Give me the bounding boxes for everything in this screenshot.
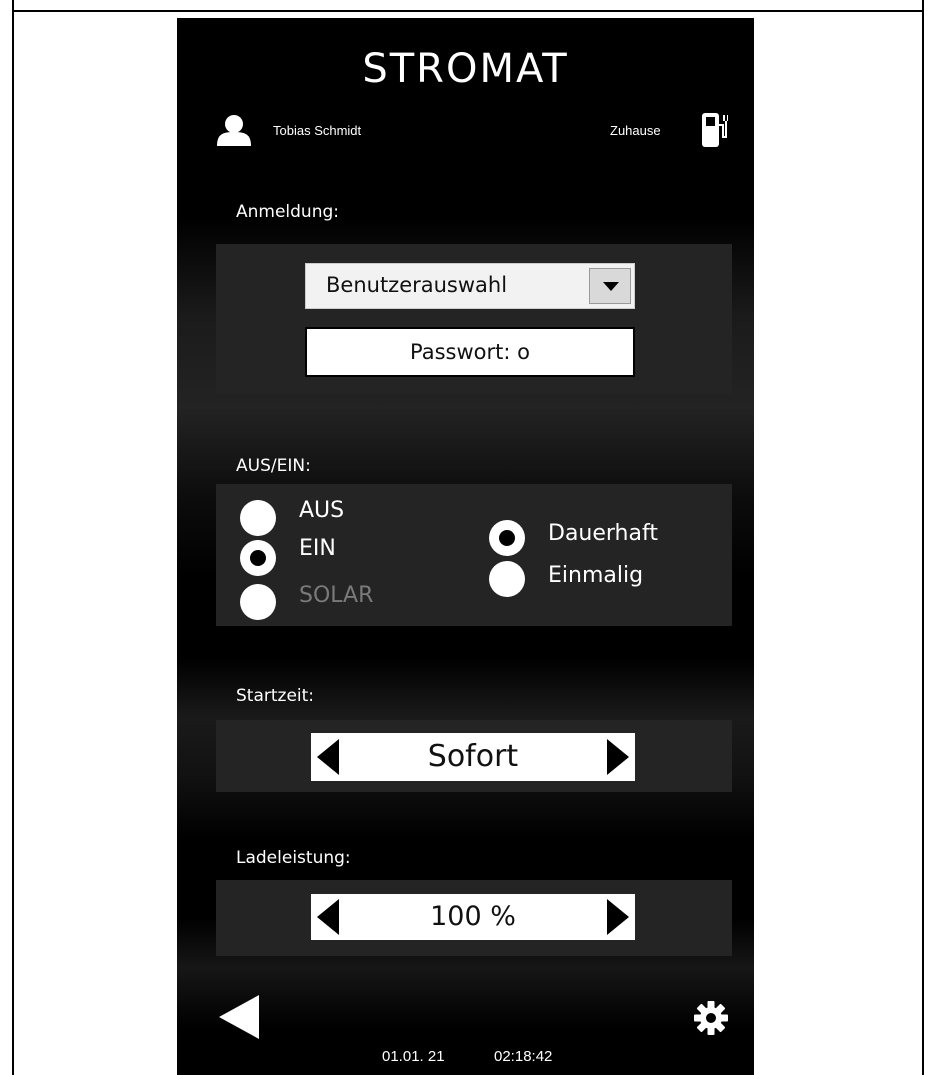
radio-aus[interactable] [240, 500, 276, 536]
user-select-dropdown[interactable]: Benutzerauswahl [305, 263, 635, 309]
back-arrow-icon[interactable] [219, 995, 259, 1039]
footer-date: 01.01. 21 [382, 1048, 445, 1065]
arrow-right-icon[interactable] [607, 899, 629, 935]
user-select-value: Benutzerauswahl [326, 273, 508, 297]
footer-time: 02:18:42 [494, 1048, 553, 1065]
radio-einmalig[interactable] [489, 561, 525, 597]
charge-power-value: 100 % [430, 901, 516, 932]
radio-label-einmalig: Einmalig [548, 563, 644, 588]
charge-power-section-label: Ladeleistung: [236, 848, 351, 868]
frame-border-left [12, 0, 14, 1075]
mode-panel [216, 484, 732, 626]
user-icon[interactable] [217, 114, 251, 146]
charging-station-icon[interactable] [702, 111, 728, 147]
start-time-section-label: Startzeit: [236, 686, 315, 706]
charger-screen: STROMAT Tobias Schmidt Zuhause Anmeldung… [177, 18, 754, 1075]
user-name: Tobias Schmidt [273, 123, 362, 138]
radio-dauerhaft[interactable] [489, 520, 525, 556]
start-time-stepper: Sofort [311, 733, 635, 781]
radio-solar [240, 584, 276, 620]
start-time-value: Sofort [427, 739, 519, 774]
radio-label-dauerhaft: Dauerhaft [548, 521, 658, 546]
app-logo: STROMAT [362, 46, 569, 92]
location-label: Zuhause [610, 123, 661, 138]
gear-icon[interactable] [694, 1001, 728, 1035]
arrow-right-icon[interactable] [607, 739, 629, 775]
radio-ein[interactable] [240, 540, 276, 576]
frame-border-right [922, 0, 924, 1075]
chevron-down-icon[interactable] [589, 268, 631, 304]
radio-label-ein: EIN [299, 536, 336, 561]
frame-border-top [12, 10, 924, 12]
password-field[interactable]: Passwort: o [305, 327, 635, 377]
login-section-label: Anmeldung: [236, 202, 340, 222]
charge-power-stepper: 100 % [311, 894, 635, 940]
mode-section-label: AUS/EIN: [236, 456, 311, 476]
radio-label-aus: AUS [299, 498, 345, 523]
radio-label-solar: SOLAR [299, 583, 374, 608]
